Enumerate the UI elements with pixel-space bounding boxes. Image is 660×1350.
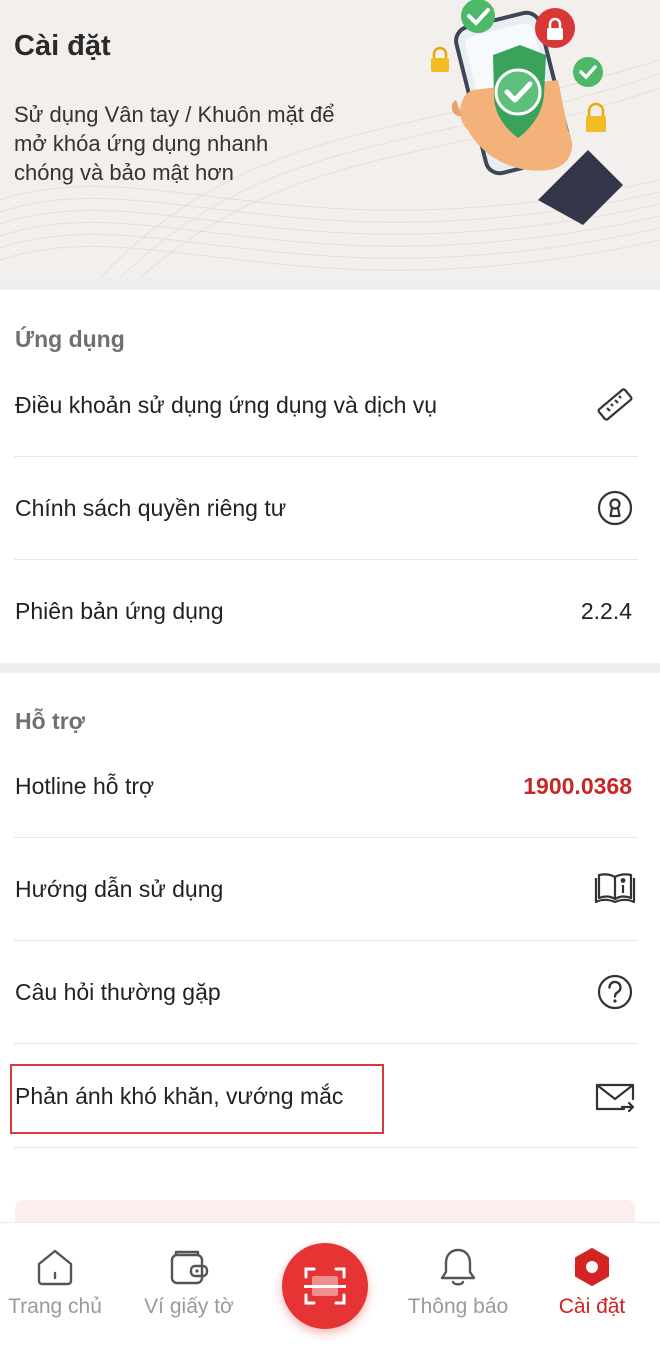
bell-icon bbox=[440, 1248, 476, 1286]
scan-button[interactable] bbox=[282, 1243, 368, 1329]
privacy-policy-row[interactable]: Chính sách quyền riêng tư bbox=[0, 457, 660, 560]
question-circle-icon bbox=[597, 974, 633, 1010]
nav-wallet[interactable]: Ví giấy tờ bbox=[124, 1223, 254, 1350]
book-info-icon bbox=[594, 873, 636, 904]
support-section-title: Hỗ trợ bbox=[15, 708, 86, 734]
bottom-navigation: Trang chủ Ví giấy tờ Thông báo Cài đặt bbox=[0, 1222, 660, 1350]
hotline-label: Hotline hỗ trợ bbox=[15, 773, 155, 799]
app-version-label: Phiên bản ứng dụng bbox=[15, 598, 224, 624]
hotline-row[interactable]: Hotline hỗ trợ 1900.0368 bbox=[0, 735, 660, 838]
section-gap bbox=[0, 278, 660, 290]
app-version-row: Phiên bản ứng dụng 2.2.4 bbox=[0, 560, 660, 663]
faq-label: Câu hỏi thường gặp bbox=[15, 979, 221, 1005]
nav-settings-label: Cài đặt bbox=[558, 1295, 626, 1318]
app-version-value: 2.2.4 bbox=[580, 598, 632, 624]
nav-notifications-label: Thông báo bbox=[407, 1295, 509, 1318]
nav-wallet-label: Ví giấy tờ bbox=[144, 1295, 234, 1318]
nav-home[interactable]: Trang chủ bbox=[0, 1223, 120, 1350]
app-section-title: Ứng dụng bbox=[15, 326, 125, 352]
nav-settings[interactable]: Cài đặt bbox=[527, 1223, 657, 1350]
nav-home-label: Trang chủ bbox=[8, 1295, 102, 1318]
wallet-icon bbox=[170, 1250, 209, 1285]
mail-send-icon bbox=[595, 1083, 635, 1113]
biometric-promo-text: Sử dụng Vân tay / Khuôn mặt để mở khóa ứ… bbox=[14, 102, 335, 185]
row-divider bbox=[14, 1147, 638, 1148]
hotline-number[interactable]: 1900.0368 bbox=[523, 735, 632, 838]
settings-header: Cài đặt Sử dụng Vân tay / Khuôn mặt để m… bbox=[0, 0, 660, 278]
nav-notifications[interactable]: Thông báo bbox=[393, 1223, 523, 1350]
settings-hex-icon bbox=[575, 1248, 609, 1286]
terms-of-use-row[interactable]: Điều khoản sử dụng ứng dụng và dịch vụ bbox=[0, 354, 660, 457]
page-title: Cài đặt bbox=[14, 30, 111, 62]
user-guide-row[interactable]: Hướng dẫn sử dụng bbox=[0, 838, 660, 941]
section-gap bbox=[0, 663, 660, 673]
home-icon bbox=[37, 1249, 73, 1286]
terms-of-use-label: Điều khoản sử dụng ứng dụng và dịch vụ bbox=[15, 392, 438, 418]
ruler-icon bbox=[597, 388, 633, 421]
keyhole-icon bbox=[597, 490, 633, 526]
faq-row[interactable]: Câu hỏi thường gặp bbox=[0, 941, 660, 1044]
privacy-policy-label: Chính sách quyền riêng tư bbox=[15, 495, 287, 521]
user-guide-label: Hướng dẫn sử dụng bbox=[15, 876, 224, 902]
scan-icon bbox=[304, 1267, 346, 1305]
phone-security-illustration bbox=[431, 0, 623, 225]
row-divider bbox=[14, 1043, 638, 1044]
feedback-highlight-box bbox=[10, 1064, 384, 1134]
